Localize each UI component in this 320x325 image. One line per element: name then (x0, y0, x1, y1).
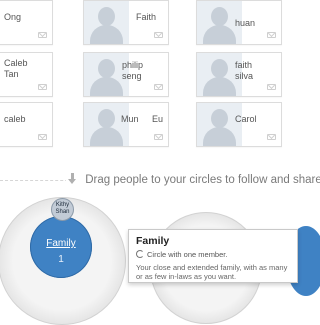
email-icon (154, 134, 163, 140)
person-card[interactable]: Faith (83, 0, 169, 45)
family-circle[interactable]: Family 1 (30, 216, 92, 278)
circle-tooltip: Family Circle with one member. Your clos… (128, 229, 298, 283)
email-icon (38, 32, 47, 38)
email-icon (154, 84, 163, 90)
email-icon (267, 32, 276, 38)
circle-member-count: 1 (58, 254, 64, 265)
tooltip-title: Family (136, 235, 170, 247)
tooltip-subtitle: Circle with one member. (147, 250, 228, 259)
person-name: Faith (136, 12, 157, 22)
person-name-last: seng (122, 71, 142, 81)
email-icon (267, 134, 276, 140)
drag-instruction-text: Drag people to your circles to follow an… (85, 174, 320, 186)
refresh-icon (136, 250, 144, 258)
person-card[interactable]: Carol (196, 102, 282, 147)
person-card[interactable]: philip seng (83, 52, 169, 97)
drag-instruction: Drag people to your circles to follow an… (66, 173, 320, 186)
email-icon (38, 84, 47, 90)
person-card[interactable]: Ong (0, 0, 53, 45)
email-icon (267, 84, 276, 90)
arrow-down-icon (68, 173, 77, 185)
person-card[interactable]: faith silva (196, 52, 282, 97)
default-avatar-icon (84, 1, 129, 44)
person-name-last: silva (235, 71, 254, 81)
tooltip-subtitle-row: Circle with one member. (136, 250, 290, 259)
person-name-first: Mun (121, 114, 139, 124)
circle-name-link[interactable]: Family (30, 238, 92, 249)
person-card[interactable]: Mun Eu (83, 102, 169, 147)
person-name: Ong (4, 12, 22, 22)
person-name-last: Tan (4, 69, 19, 79)
person-card[interactable]: caleb (0, 102, 53, 147)
circle-member-avatar[interactable]: Kithy Shan (51, 198, 74, 221)
person-name-first: faith (235, 60, 253, 70)
circle-member-label: Kithy Shan (55, 202, 70, 215)
email-icon (38, 134, 47, 140)
person-name: Carol (235, 114, 257, 124)
person-card[interactable]: huan (196, 0, 282, 45)
person-name: caleb (4, 114, 26, 124)
tooltip-description: Your close and extended family, with as … (136, 263, 288, 281)
email-icon (154, 32, 163, 38)
person-name-first: philip (122, 60, 144, 70)
person-name: huan (235, 18, 256, 28)
person-card[interactable]: Caleb Tan (0, 52, 53, 97)
person-name-last: Eu (152, 114, 164, 124)
person-name-first: Caleb (4, 58, 28, 68)
